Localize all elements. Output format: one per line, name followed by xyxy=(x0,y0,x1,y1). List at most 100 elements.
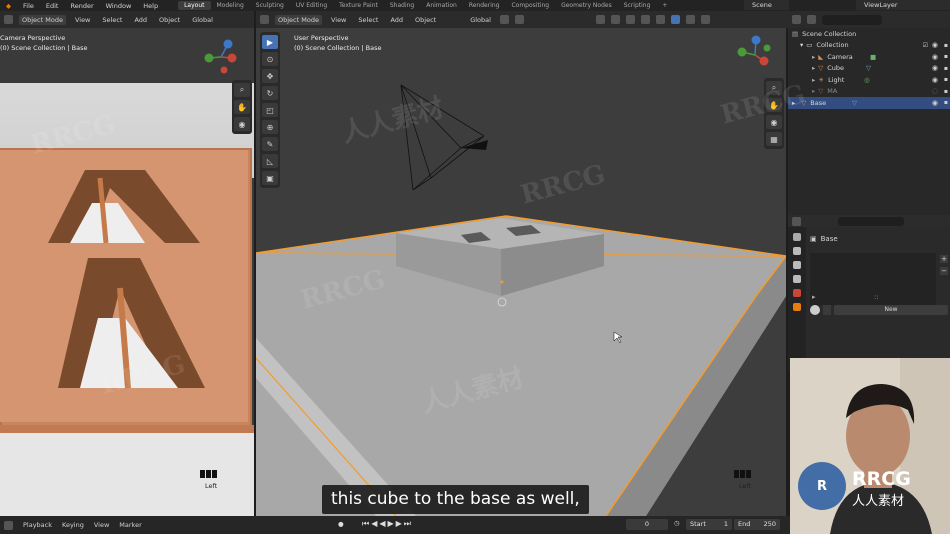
outliner-filter-icon[interactable] xyxy=(807,15,816,24)
left-menu-view[interactable]: View xyxy=(72,15,93,25)
gizmo-toggle-icon[interactable] xyxy=(610,15,620,24)
workspace-tab-uv-editing[interactable]: UV Editing xyxy=(290,1,333,10)
timeline-menu-marker[interactable]: Marker xyxy=(119,521,141,529)
menu-render[interactable]: Render xyxy=(64,2,99,10)
expand-arrow-icon[interactable]: ▸ xyxy=(812,64,815,72)
cursor-tool-icon[interactable]: ⊙ xyxy=(262,52,278,66)
main-mode-dropdown[interactable]: Object Mode xyxy=(275,14,322,25)
current-frame-field[interactable]: 0 xyxy=(626,519,668,530)
menu-window[interactable]: Window xyxy=(100,2,138,10)
playback-controls-icon[interactable]: ⏮◀◀▶▶⏭ xyxy=(362,519,413,529)
render-camera-icon[interactable]: ▪ xyxy=(944,99,948,106)
main-navigation-gizmo[interactable] xyxy=(734,34,776,76)
proportional-edit-icon[interactable] xyxy=(514,15,524,24)
render-tab-icon[interactable] xyxy=(793,247,801,255)
add-cube-tool-icon[interactable]: ▣ xyxy=(262,171,278,185)
editor-type-icon[interactable] xyxy=(4,15,13,24)
end-frame-field[interactable]: End 250 xyxy=(734,519,780,530)
shading-rendered-icon[interactable] xyxy=(700,15,710,24)
select-box-tool-icon[interactable]: ▶ xyxy=(262,35,278,49)
timeline-menu-playback[interactable]: Playback xyxy=(23,521,52,529)
properties-search-input[interactable] xyxy=(838,217,904,226)
hidden-eye-icon[interactable]: ◌ xyxy=(932,87,938,95)
workspace-tab-compositing[interactable]: Compositing xyxy=(505,1,555,10)
visibility-icon[interactable] xyxy=(595,15,605,24)
expand-arrow-icon[interactable]: ▸ xyxy=(812,53,815,61)
main-menu-select[interactable]: Select xyxy=(355,15,381,25)
record-icon[interactable]: ● xyxy=(338,520,344,528)
collection-checkbox-icon[interactable]: ☑ xyxy=(923,42,928,49)
workspace-tab-animation[interactable]: Animation xyxy=(420,1,463,10)
blender-logo-icon[interactable]: ◆ xyxy=(0,2,17,10)
main-orientation-dropdown[interactable]: Global xyxy=(467,15,494,25)
outliner-row-collection[interactable]: ▾ ▭ Collection ☑ ◉ ▪ xyxy=(788,40,950,52)
slot-expand-icon[interactable]: ▸ xyxy=(812,293,816,301)
add-slot-button[interactable]: + xyxy=(940,255,948,263)
shading-solid-icon[interactable] xyxy=(670,15,680,24)
material-slot-list[interactable] xyxy=(810,253,936,305)
main-menu-view[interactable]: View xyxy=(328,15,349,25)
camera-viewport[interactable]: Camera Perspective (0) Scene Collection … xyxy=(0,28,254,516)
left-navigation-gizmo[interactable] xyxy=(200,36,242,78)
properties-editor-icon[interactable] xyxy=(792,217,801,226)
left-menu-object[interactable]: Object xyxy=(156,15,183,25)
render-camera-icon[interactable]: ▪ xyxy=(944,76,948,83)
annotate-tool-icon[interactable]: ✎ xyxy=(262,137,278,151)
render-camera-icon[interactable]: ▪ xyxy=(944,53,948,60)
material-sphere-icon[interactable] xyxy=(810,305,820,315)
visibility-eye-icon[interactable]: ◉ xyxy=(932,64,938,72)
move-tool-icon[interactable]: ✥ xyxy=(262,69,278,83)
add-workspace-button[interactable]: + xyxy=(656,1,673,10)
workspace-tab-shading[interactable]: Shading xyxy=(384,1,420,10)
visibility-eye-icon[interactable]: ◉ xyxy=(932,76,938,84)
shading-wireframe-icon[interactable] xyxy=(655,15,665,24)
start-frame-field[interactable]: Start 1 xyxy=(686,519,732,530)
object-tab-icon[interactable] xyxy=(793,303,801,311)
outliner-row-ma[interactable]: ▸ ▽ MA ◌ ▪ xyxy=(788,86,950,98)
new-material-button[interactable]: New xyxy=(834,305,948,315)
output-tab-icon[interactable] xyxy=(793,261,801,269)
left-mode-dropdown[interactable]: Object Mode xyxy=(19,14,66,25)
overlay-toggle-icon[interactable] xyxy=(625,15,635,24)
transform-tool-icon[interactable]: ⊕ xyxy=(262,120,278,134)
expand-arrow-icon[interactable]: ▸ xyxy=(812,76,815,84)
visibility-eye-icon[interactable]: ◉ xyxy=(932,41,938,49)
main-zoom-icon[interactable]: ⌕ xyxy=(766,81,782,95)
camera-view-icon[interactable]: ◉ xyxy=(234,117,250,131)
view-layer-tab-icon[interactable] xyxy=(793,275,801,283)
workspace-tab-scripting[interactable]: Scripting xyxy=(618,1,657,10)
visibility-eye-icon[interactable]: ◉ xyxy=(932,99,938,107)
list-grip-icon[interactable]: :: xyxy=(874,293,879,301)
view-layer-selector[interactable]: ViewLayer xyxy=(856,0,950,10)
main-camera-view-icon[interactable]: ◉ xyxy=(766,115,782,129)
main-editor-type-icon[interactable] xyxy=(260,15,269,24)
outliner-row-cube[interactable]: ▸ ▽ Cube ▽ ◉ ▪ xyxy=(788,63,950,75)
main-pan-hand-icon[interactable]: ✋ xyxy=(766,98,782,112)
render-camera-icon[interactable]: ▪ xyxy=(944,42,948,49)
outliner-row-light[interactable]: ▸ ☀ Light ◎ ◉ ▪ xyxy=(788,74,950,86)
left-menu-select[interactable]: Select xyxy=(99,15,125,25)
expand-arrow-icon[interactable]: ▸ xyxy=(812,87,815,95)
outliner-row-base[interactable]: ▸ ▽ Base ▽ ◉ ▪ xyxy=(788,97,950,109)
rotate-tool-icon[interactable]: ↻ xyxy=(262,86,278,100)
timeline-menu-view[interactable]: View xyxy=(94,521,109,529)
measure-tool-icon[interactable]: ◺ xyxy=(262,154,278,168)
remove-slot-button[interactable]: − xyxy=(940,267,948,275)
workspace-tab-rendering[interactable]: Rendering xyxy=(463,1,506,10)
menu-file[interactable]: File xyxy=(17,2,40,10)
outliner-scene-collection[interactable]: ▤ Scene Collection xyxy=(788,28,950,40)
scene-tab-icon[interactable] xyxy=(793,289,801,297)
workspace-tab-layout[interactable]: Layout xyxy=(178,1,211,10)
collection-expand-icon[interactable]: ▾ xyxy=(800,41,803,49)
render-camera-icon[interactable]: ▪ xyxy=(944,65,948,72)
expand-arrow-icon[interactable]: ▸ xyxy=(792,99,795,107)
workspace-tab-texture-paint[interactable]: Texture Paint xyxy=(333,1,384,10)
xray-icon[interactable] xyxy=(640,15,650,24)
snap-icon[interactable] xyxy=(499,15,509,24)
material-add-icon[interactable] xyxy=(823,305,831,315)
clock-icon[interactable]: ◷ xyxy=(674,519,680,527)
workspace-tab-geometry-nodes[interactable]: Geometry Nodes xyxy=(555,1,618,10)
workspace-tab-sculpting[interactable]: Sculpting xyxy=(250,1,290,10)
left-orientation-dropdown[interactable]: Global xyxy=(189,15,216,25)
main-3d-viewport[interactable]: User Perspective (0) Scene Collection | … xyxy=(256,28,786,516)
